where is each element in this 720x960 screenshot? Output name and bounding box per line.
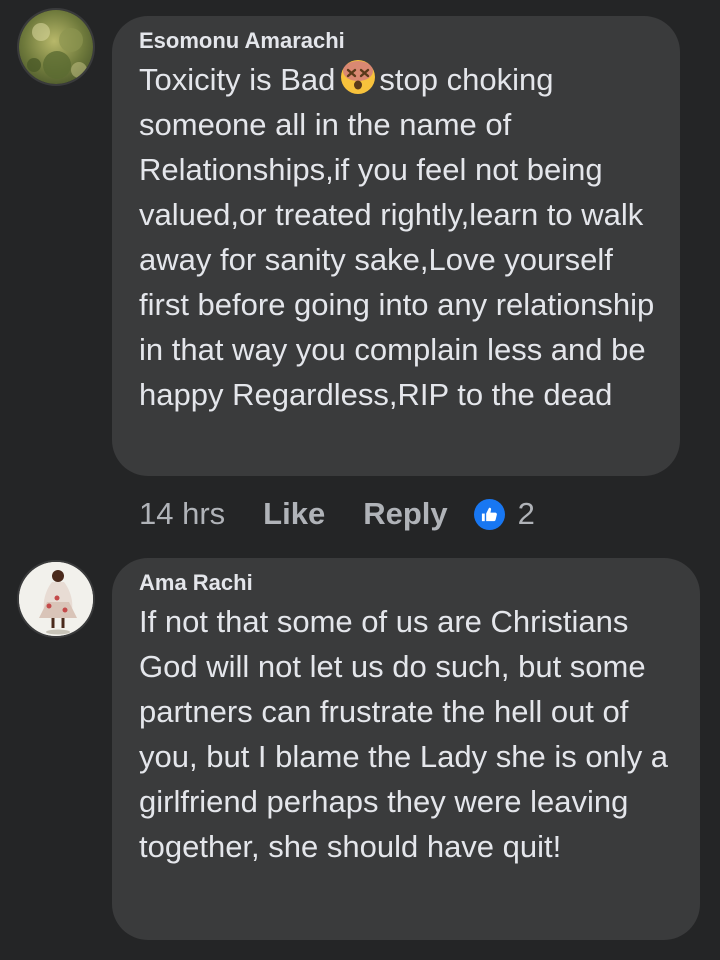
comment-actions: 14 hrs Like Reply 2 — [139, 494, 535, 534]
reaction-count[interactable]: 2 — [518, 496, 535, 532]
comment-text: Toxicity is Bad stop choking someone all… — [139, 57, 660, 417]
avatar[interactable] — [17, 8, 95, 86]
comment-text-part-2: stop choking someone all in the name of … — [139, 62, 655, 412]
comment-text: If not that some of us are Christians Go… — [139, 604, 669, 864]
avatar[interactable] — [17, 560, 95, 638]
comment-bubble: Ama Rachi If not that some of us are Chr… — [112, 558, 700, 940]
comment-author[interactable]: Esomonu Amarachi — [139, 28, 660, 54]
comment-text-part-1: Toxicity is Bad — [139, 62, 336, 97]
like-button[interactable]: Like — [263, 496, 325, 532]
comment-bubble: Esomonu Amarachi Toxicity is Bad stop ch… — [112, 16, 680, 476]
comment-author[interactable]: Ama Rachi — [139, 570, 680, 596]
dizzy-face-emoji-icon — [339, 58, 377, 96]
reply-button[interactable]: Reply — [363, 496, 447, 532]
comment-timestamp[interactable]: 14 hrs — [139, 496, 225, 532]
thumbs-up-icon[interactable] — [473, 498, 505, 530]
